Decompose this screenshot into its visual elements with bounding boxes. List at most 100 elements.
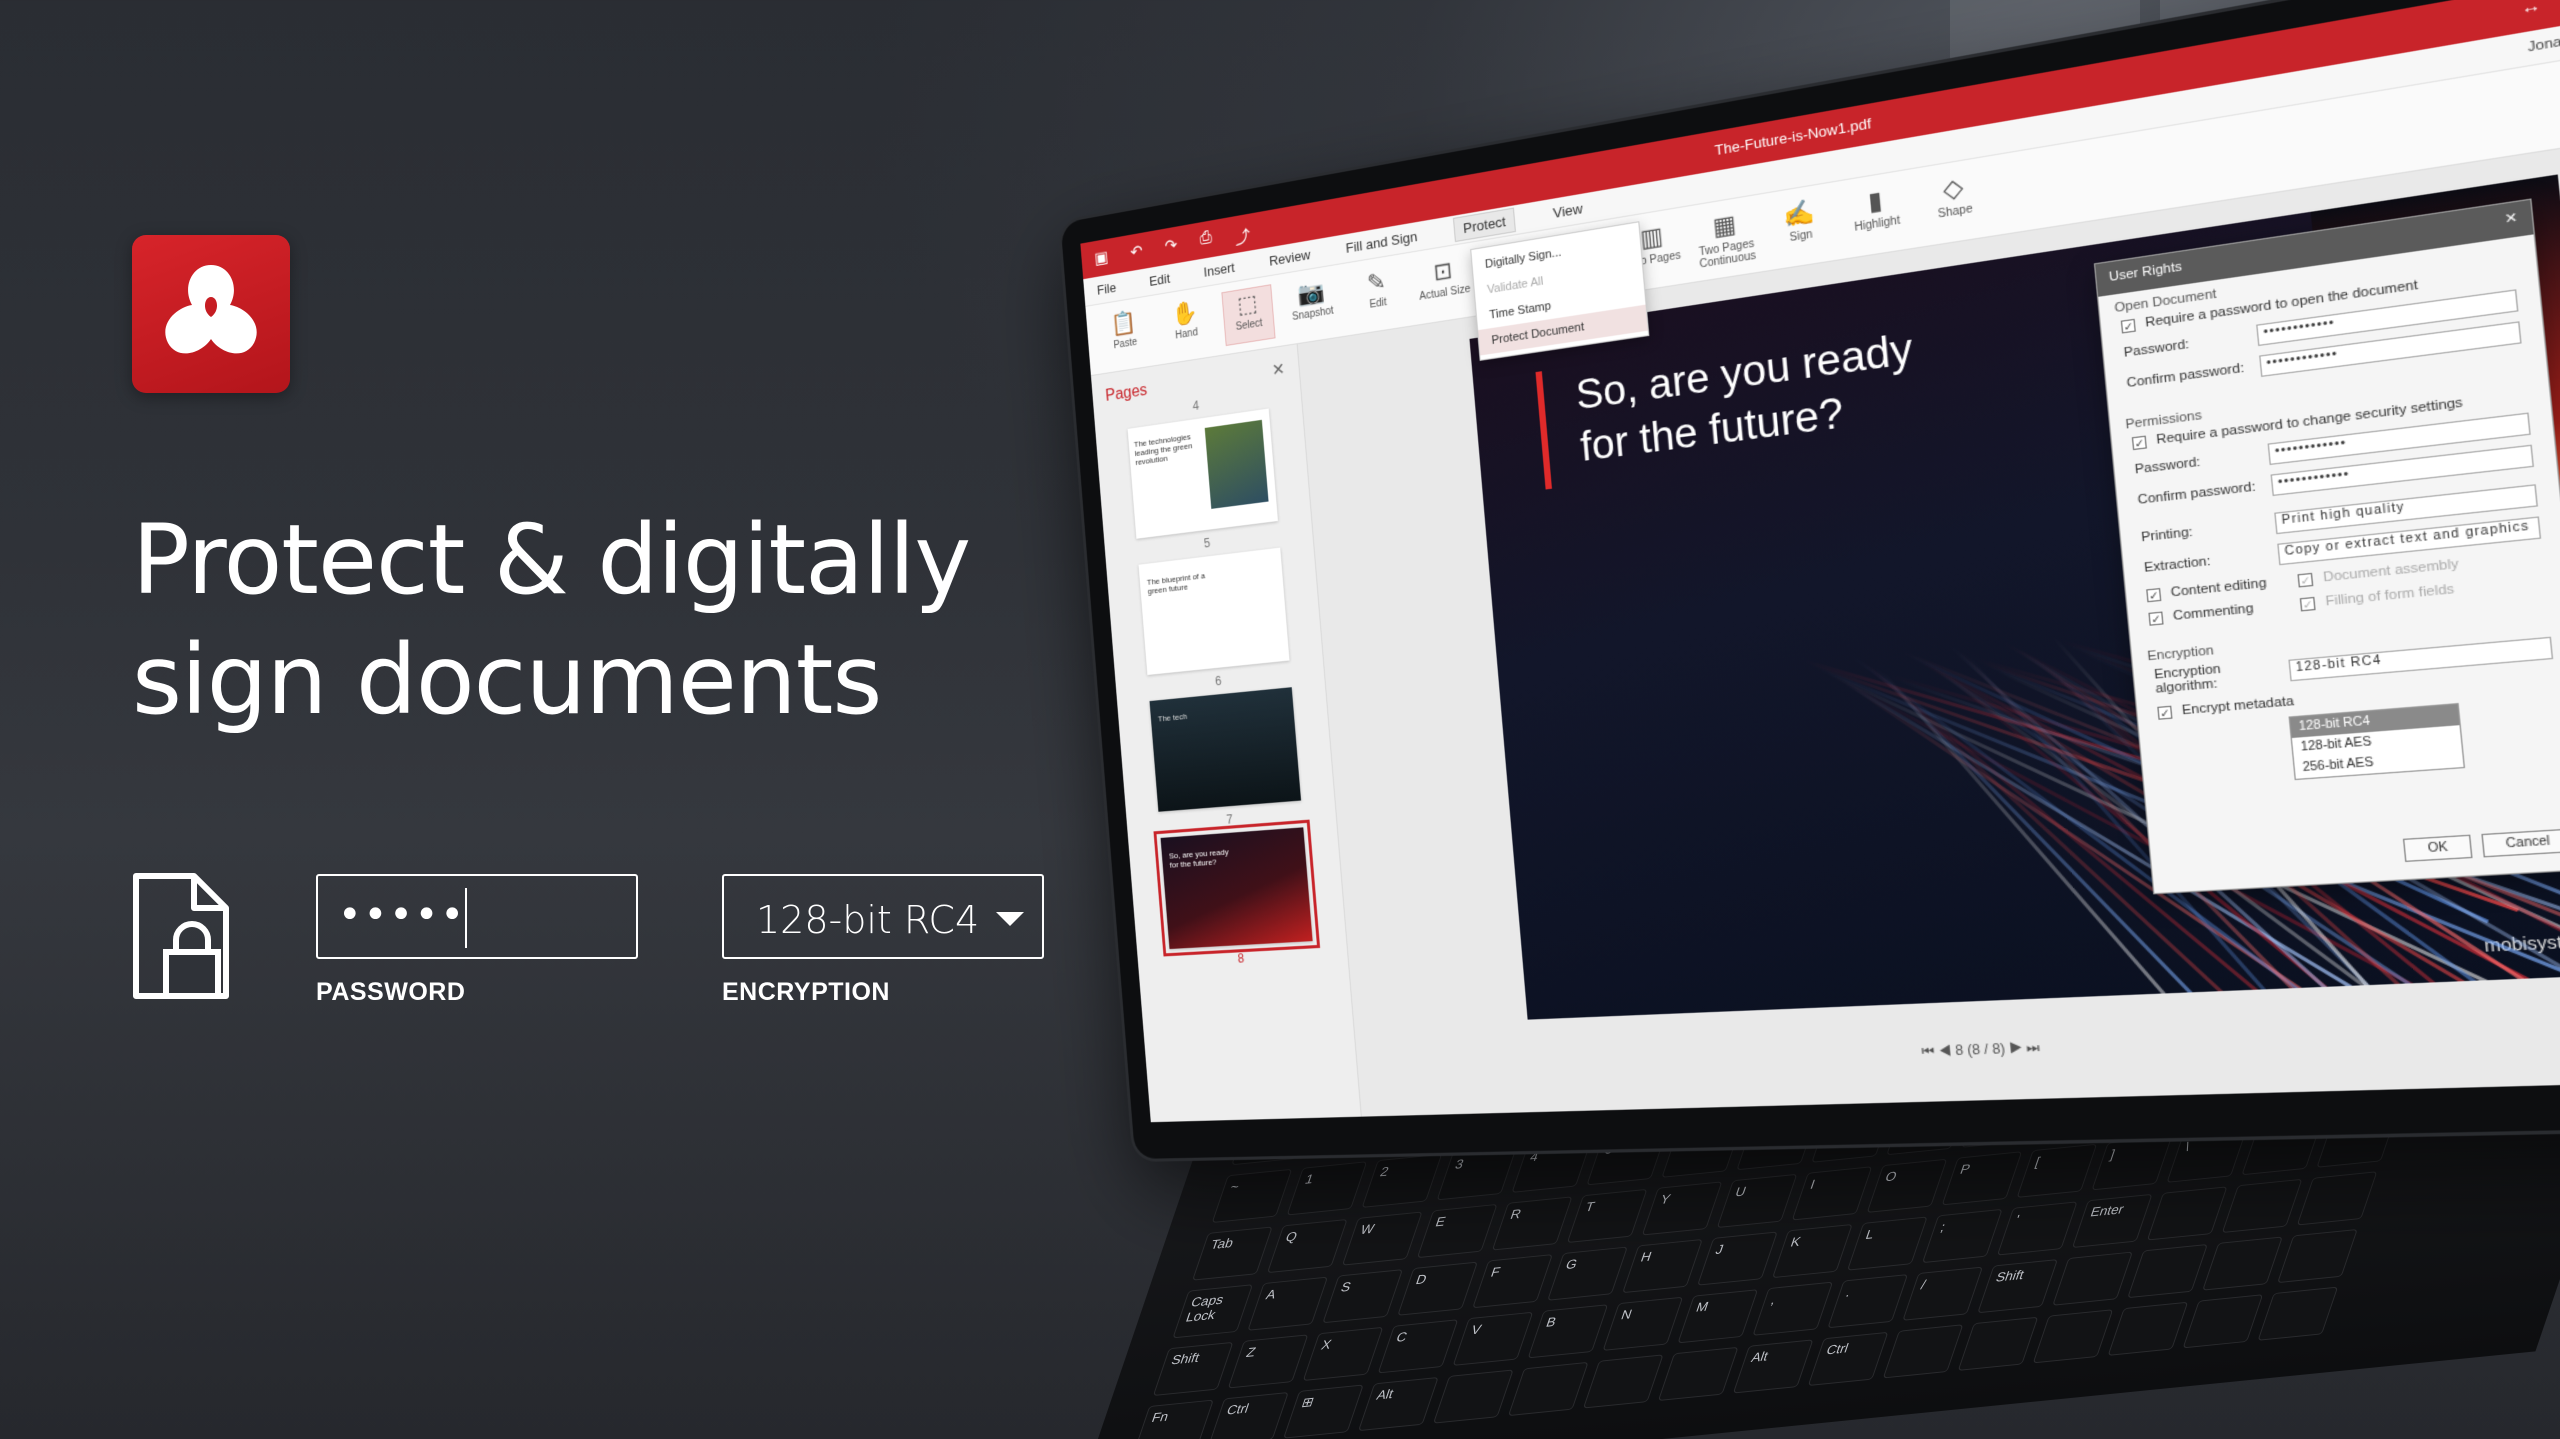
document-lock-icon [132, 872, 232, 1002]
prev-page-icon[interactable]: ◀ [1938, 1043, 1952, 1059]
keyboard-key: ; [1922, 1209, 2003, 1263]
page-thumbnail[interactable]: The tech [1149, 687, 1301, 812]
checkbox-require-change[interactable]: ✓ [2132, 435, 2147, 450]
encryption-select[interactable]: 128-bit RC4 [722, 874, 1044, 959]
algorithm-dropdown-list: 128-bit RC4 128-bit AES 256-bit AES [2289, 703, 2466, 780]
keyboard-key [1883, 1324, 1964, 1378]
checkbox-document-assembly[interactable]: ✓ [2297, 572, 2313, 587]
keyboard-key: . [1827, 1274, 1908, 1328]
keyboard-key: Ctrl [1208, 1392, 1289, 1439]
next-page-icon[interactable]: ▶ [2008, 1040, 2023, 1057]
thumb-text: The tech [1158, 712, 1188, 724]
headline-line-1: Protect & digitally [132, 500, 1032, 620]
keyboard-key [1958, 1317, 2039, 1371]
ribbon-button-select[interactable]: ⬚ Select [1221, 284, 1275, 346]
keyboard-key: Alt [1733, 1339, 1814, 1393]
ok-button[interactable]: OK [2403, 835, 2472, 862]
close-icon[interactable]: ✕ [1271, 359, 1286, 381]
page-thumbnail-selected[interactable]: So, are you ready for the future? [1160, 827, 1312, 949]
keyboard-key: S [1322, 1269, 1403, 1323]
keyboard-key [2127, 1244, 2208, 1298]
keyboard-key: J [1697, 1231, 1778, 1285]
keyboard-key: G [1547, 1247, 1628, 1301]
page-thumbnail[interactable]: The blueprint of a green future [1138, 548, 1289, 675]
keyboard-key: M [1677, 1289, 1758, 1343]
keyboard-key: Ctrl [1808, 1332, 1889, 1386]
keyboard-key: / [1902, 1267, 1983, 1321]
checkbox-content-editing[interactable]: ✓ [2146, 587, 2161, 601]
keyboard-key [1658, 1347, 1739, 1401]
keyboard-key: N [1602, 1297, 1683, 1351]
keyboard-key: V [1453, 1312, 1534, 1366]
ribbon-button-hand[interactable]: ✋ Hand [1159, 295, 1212, 356]
ribbon-button-edit[interactable]: ✎ Edit [1349, 263, 1406, 326]
keyboard-key: C [1378, 1319, 1459, 1373]
menu-file[interactable]: File [1096, 280, 1116, 298]
dialog-title: User Rights [2108, 260, 2182, 285]
encryption-value: 128-bit RC4 [756, 898, 979, 942]
keyboard-key: B [1528, 1304, 1609, 1358]
page-number: 8 [1150, 946, 1334, 970]
encryption-label: ENCRYPTION [722, 978, 890, 1007]
checkbox-filling-forms[interactable]: ✓ [2300, 596, 2316, 611]
keyboard-key: Q [1267, 1219, 1348, 1273]
cancel-button[interactable]: Cancel [2481, 828, 2560, 857]
password-label: PASSWORD [316, 978, 465, 1007]
last-page-icon[interactable]: ⏭ [2026, 1039, 2041, 1056]
quote-accent-bar [1536, 371, 1552, 489]
ribbon-button-paste[interactable]: 📋 Paste [1099, 305, 1151, 365]
extraction-label: Extraction: [2144, 548, 2269, 575]
menu-fill-and-sign[interactable]: Fill and Sign [1345, 228, 1418, 256]
ribbon-button-two-pages-continuous[interactable]: ▦ Two Pages Continuous [1694, 205, 1757, 272]
encrypt-metadata-label: Encrypt metadata [2181, 694, 2294, 717]
caret-down-icon[interactable] [996, 912, 1024, 926]
ribbon-button-sign[interactable]: ✍ Sign [1768, 192, 1833, 260]
slide-quote: So, are you ready for the future? [1574, 323, 1920, 474]
ribbon-button-actual-size[interactable]: ⊡ Actual Size [1415, 252, 1473, 316]
keyboard-key: H [1622, 1239, 1703, 1293]
thumb-text: The technologies leading the green revol… [1134, 431, 1201, 467]
fullscreen-button[interactable]: ↔ [2520, 0, 2542, 19]
close-icon[interactable]: ✕ [2504, 209, 2519, 227]
first-page-icon[interactable]: ⏮ [1921, 1043, 1935, 1059]
menu-edit[interactable]: Edit [1149, 271, 1171, 290]
user-rights-dialog: User Rights ✕ Open Document ✓ Require a p… [2094, 198, 2560, 894]
keyboard-key: Fn [1133, 1400, 1214, 1439]
keyboard-key: ⊞ [1283, 1384, 1364, 1438]
printing-label: Printing: [2141, 517, 2266, 544]
keyboard-key: Z [1228, 1334, 1309, 1388]
keyboard-key: , [1752, 1282, 1833, 1336]
page-thumbnail[interactable]: The technologies leading the green revol… [1127, 409, 1277, 539]
checkbox-encrypt-metadata[interactable]: ✓ [2157, 705, 2172, 719]
keyboard-key: W [1342, 1211, 1423, 1265]
keyboard-key [2182, 1294, 2263, 1348]
menu-view[interactable]: View [1552, 200, 1583, 221]
keyboard-key: D [1397, 1262, 1478, 1316]
keyboard-key [2257, 1287, 2338, 1341]
keyboard-key [2277, 1229, 2358, 1283]
checkbox-commenting[interactable]: ✓ [2148, 611, 2163, 625]
menu-review[interactable]: Review [1268, 247, 1311, 269]
keyboard-key [1583, 1354, 1664, 1408]
checkbox-require-open[interactable]: ✓ [2121, 318, 2136, 333]
keyboard-key: Shift [1977, 1259, 2058, 1313]
pdf-extra-logo-icon [132, 235, 290, 393]
keyboard-key: Caps Lock [1172, 1284, 1253, 1338]
thumb-text: The blueprint of a green future [1147, 570, 1214, 596]
headline-line-2: sign documents [132, 620, 1032, 740]
thumb-text: So, are you ready for the future? [1169, 847, 1236, 870]
window-controls: ↔ – ☐ ✕ [2520, 0, 2560, 19]
page-navigation[interactable]: ⏮ ◀ 8 (8 / 8) ▶ ⏭ [1921, 1039, 2040, 1060]
page-indicator[interactable]: 8 (8 / 8) [1955, 1041, 2006, 1059]
keyboard-key [2202, 1236, 2283, 1290]
confirm-password-label: Confirm password: [2126, 360, 2250, 390]
ribbon-button-highlight[interactable]: ▮ Highlight [1843, 180, 1909, 249]
ribbon-button-shape[interactable]: ◇ Shape [1921, 167, 1989, 237]
text-caret [465, 888, 467, 948]
keyboard-key: K [1772, 1224, 1853, 1278]
password-field[interactable]: ••••• [316, 874, 638, 959]
menu-insert[interactable]: Insert [1203, 260, 1235, 280]
keyboard-key [2052, 1252, 2133, 1306]
algorithm-label: Encryption algorithm: [2154, 657, 2281, 696]
ribbon-button-snapshot[interactable]: 📷 Snapshot [1285, 274, 1340, 337]
